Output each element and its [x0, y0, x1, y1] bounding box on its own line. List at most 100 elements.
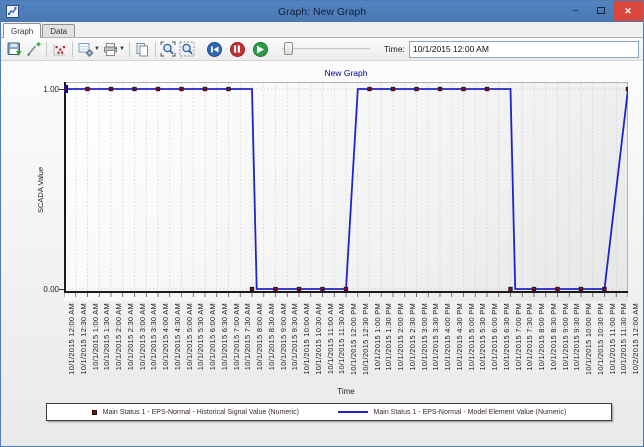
x-tick-label: 10/1/2015 3:00 PM	[420, 303, 429, 371]
x-tick-label: 10/1/2015 3:00 AM	[138, 303, 147, 370]
observed-data-button[interactable]	[50, 40, 69, 58]
x-tick-label: 10/1/2015 8:00 AM	[255, 303, 264, 370]
skip-to-start-icon	[210, 45, 219, 54]
x-tick-label: 10/1/2015 5:00 PM	[467, 303, 476, 371]
x-tick-label: 10/1/2015 2:00 PM	[396, 303, 405, 371]
x-tick-label: 10/1/2015 1:00 AM	[91, 303, 100, 370]
x-tick-label: 10/1/2015 10:00 PM	[584, 303, 593, 375]
toolbar-separator	[46, 42, 47, 57]
x-tick-label: 10/1/2015 1:30 AM	[102, 303, 111, 370]
window-title: Graph: New Graph	[1, 6, 643, 18]
x-tick-label: 10/1/2015 10:30 AM	[314, 303, 323, 375]
time-input[interactable]	[409, 41, 639, 58]
x-tick-label: 10/1/2015 11:30 PM	[619, 303, 628, 375]
y-tick-label-0: 0.00	[27, 285, 59, 294]
copy-button[interactable]	[133, 40, 152, 58]
x-tick-label: 10/1/2015 3:30 AM	[149, 303, 158, 370]
pause-button[interactable]	[230, 42, 245, 57]
x-tick-label: 10/1/2015 2:00 AM	[114, 303, 123, 370]
plot-area[interactable]	[64, 82, 628, 301]
legend: Main Status 1 - EPS-Normal - Historical …	[46, 403, 612, 421]
play-icon	[256, 45, 264, 54]
x-axis-title: Time	[64, 387, 628, 396]
zoom-extents-icon	[160, 41, 176, 57]
play-button[interactable]	[253, 42, 268, 57]
x-tick-label: 10/1/2015 11:00 AM	[326, 303, 335, 374]
x-tick-label: 10/2/2015 12:00 AM	[631, 303, 640, 375]
time-label: Time:	[384, 44, 405, 54]
legend-label-model: Main Status 1 - EPS-Normal - Model Eleme…	[374, 409, 567, 416]
save-icon	[7, 42, 22, 57]
zoom-extents-button[interactable]	[159, 40, 178, 58]
y-axis-title: SCADA Value	[36, 167, 45, 213]
x-tick-label: 10/1/2015 7:00 AM	[232, 303, 241, 370]
toolbar: ▼ ▼	[1, 38, 643, 61]
x-tick-label: 10/1/2015 6:00 AM	[208, 303, 217, 370]
x-tick-label: 10/1/2015 1:30 PM	[384, 303, 393, 371]
observed-data-icon	[52, 42, 67, 57]
legend-item-historical: Main Status 1 - EPS-Normal - Historical …	[92, 409, 299, 416]
x-tick-label: 10/1/2015 11:30 AM	[337, 303, 346, 374]
tab-graph[interactable]: Graph	[3, 23, 41, 38]
y-tick-mark	[59, 289, 64, 290]
print-button[interactable]	[101, 40, 120, 58]
y-tick-mark	[59, 89, 64, 90]
x-tick-label: 10/1/2015 4:30 AM	[173, 303, 182, 370]
toolbar-separator	[129, 42, 130, 57]
pause-icon	[233, 45, 241, 53]
tab-data[interactable]: Data	[42, 24, 75, 37]
x-tick-label: 10/1/2015 9:30 PM	[572, 303, 581, 371]
time-slider-track	[282, 48, 370, 50]
save-graph-button[interactable]	[5, 40, 24, 58]
x-tick-label: 10/1/2015 12:30 AM	[79, 303, 88, 375]
printer-icon	[103, 42, 118, 57]
copy-icon	[135, 42, 150, 57]
chart-title: New Graph	[64, 68, 628, 78]
toolbar-separator	[155, 42, 156, 57]
legend-item-model: Main Status 1 - EPS-Normal - Model Eleme…	[338, 409, 567, 416]
add-to-graph-button[interactable]	[24, 40, 43, 58]
x-tick-label: 10/1/2015 11:00 PM	[608, 303, 617, 375]
x-tick-label: 10/1/2015 12:00 PM	[349, 303, 358, 375]
toolbar-separator	[72, 42, 73, 57]
x-tick-label: 10/1/2015 12:00 AM	[67, 303, 76, 375]
x-tick-label: 10/1/2015 5:00 AM	[185, 303, 194, 370]
x-tick-label: 10/1/2015 9:00 AM	[279, 303, 288, 370]
x-tick-label: 10/1/2015 9:30 AM	[290, 303, 299, 370]
graph-window: Graph: New Graph – ✕ Graph Data	[0, 0, 644, 447]
line-sample-icon	[338, 411, 368, 413]
x-tick-label: 10/1/2015 5:30 PM	[478, 303, 487, 371]
plot-canvas	[64, 82, 628, 297]
time-slider-thumb[interactable]	[284, 42, 293, 55]
zoom-window-button[interactable]	[178, 40, 197, 58]
x-tick-label: 10/1/2015 4:00 AM	[161, 303, 170, 370]
x-tick-label: 10/1/2015 4:00 PM	[443, 303, 452, 371]
chart-options-icon	[78, 42, 94, 57]
x-tick-label: 10/1/2015 7:30 PM	[525, 303, 534, 371]
x-tick-label: 10/1/2015 5:30 AM	[196, 303, 205, 370]
legend-label-historical: Main Status 1 - EPS-Normal - Historical …	[103, 409, 299, 416]
x-tick-label: 10/1/2015 8:00 PM	[537, 303, 546, 371]
x-tick-label: 10/1/2015 1:00 PM	[373, 303, 382, 371]
x-tick-label: 10/1/2015 8:30 PM	[549, 303, 558, 371]
chart-options-button[interactable]	[76, 40, 95, 58]
x-tick-label: 10/1/2015 6:00 PM	[490, 303, 499, 371]
skip-to-start-button[interactable]	[207, 42, 222, 57]
pen-plus-icon	[26, 42, 41, 57]
x-tick-label: 10/1/2015 7:00 PM	[514, 303, 523, 371]
x-tick-label: 10/1/2015 12:30 PM	[361, 303, 370, 375]
x-tick-label: 10/1/2015 6:30 AM	[220, 303, 229, 370]
x-tick-label: 10/1/2015 4:30 PM	[455, 303, 464, 371]
x-tick-label: 10/1/2015 7:30 AM	[243, 303, 252, 370]
square-marker-icon	[92, 410, 97, 415]
chart-options-dropdown[interactable]: ▼	[94, 46, 100, 52]
x-tick-label: 10/1/2015 8:30 AM	[267, 303, 276, 370]
print-dropdown[interactable]: ▼	[119, 46, 125, 52]
title-bar: Graph: New Graph – ✕	[1, 1, 643, 22]
x-tick-label: 10/1/2015 2:30 PM	[408, 303, 417, 371]
x-tick-label: 10/1/2015 3:30 PM	[431, 303, 440, 371]
x-tick-label: 10/1/2015 6:30 PM	[502, 303, 511, 371]
x-tick-label: 10/1/2015 10:30 PM	[596, 303, 605, 375]
time-slider[interactable]	[282, 41, 370, 57]
chart-panel: New Graph 1.00 0.00 SCADA Value 10/1/201…	[1, 61, 643, 447]
